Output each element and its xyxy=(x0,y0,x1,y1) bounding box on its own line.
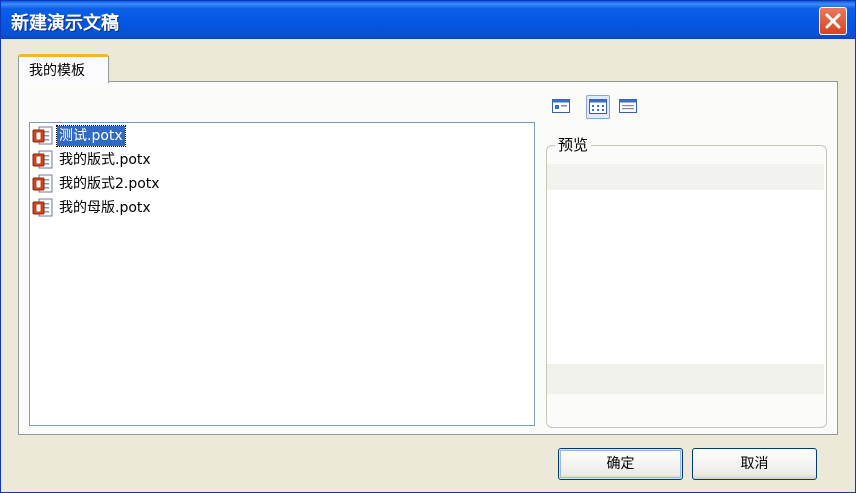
powerpoint-template-icon xyxy=(32,198,53,217)
tab-label: 我的模板 xyxy=(29,63,85,79)
list-view-icon xyxy=(589,99,607,114)
powerpoint-template-icon xyxy=(32,150,53,169)
title-bar[interactable]: 新建演示文稿 xyxy=(1,1,855,39)
powerpoint-template-icon xyxy=(32,174,53,193)
file-name: 测试.potx xyxy=(56,125,126,147)
ok-button[interactable]: 确定 xyxy=(558,448,683,480)
file-name: 我的版式2.potx xyxy=(59,176,160,192)
tab-my-templates[interactable]: 我的模板 xyxy=(18,54,109,83)
large-icons-view-button[interactable] xyxy=(551,96,571,116)
new-presentation-dialog: 新建演示文稿 我的模板 测试.potx 我的版式.potx 我的版式2.potx… xyxy=(0,0,856,493)
window-title: 新建演示文稿 xyxy=(11,13,119,34)
list-view-button[interactable] xyxy=(586,95,610,119)
details-view-button[interactable] xyxy=(618,96,638,116)
preview-area xyxy=(547,164,824,394)
template-file-list[interactable]: 测试.potx 我的版式.potx 我的版式2.potx 我的母版.potx xyxy=(29,122,535,426)
cancel-button[interactable]: 取消 xyxy=(692,448,817,480)
large-icons-view-icon xyxy=(552,99,570,113)
file-name: 我的版式.potx xyxy=(59,152,151,168)
close-button[interactable] xyxy=(819,7,847,35)
preview-label: 预览 xyxy=(555,134,592,155)
powerpoint-template-icon xyxy=(32,126,53,145)
details-view-icon xyxy=(619,99,637,113)
file-name: 我的母版.potx xyxy=(59,200,151,216)
tab-panel: 测试.potx 我的版式.potx 我的版式2.potx 我的母版.potx 预… xyxy=(18,81,838,435)
close-icon xyxy=(825,13,841,29)
